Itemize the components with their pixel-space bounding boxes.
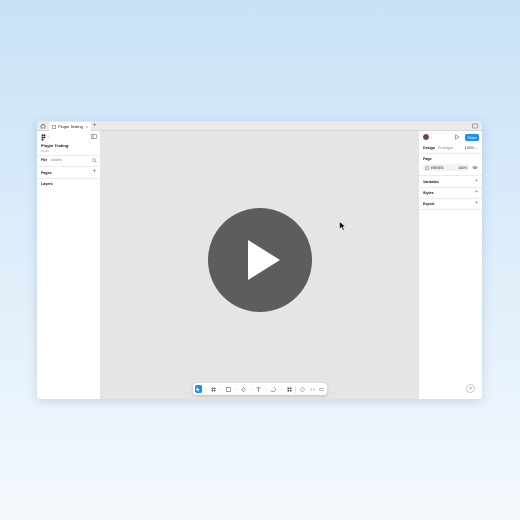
divider xyxy=(419,209,482,210)
sidebar-toggle-icon[interactable] xyxy=(91,134,97,139)
tab-plugin-testing[interactable]: Plugin Testing × xyxy=(49,122,91,131)
present-play-icon[interactable] xyxy=(454,134,460,140)
layers-heading: Layers xyxy=(41,182,53,186)
tab-assets[interactable]: Assets xyxy=(51,158,62,162)
frame-icon xyxy=(210,386,216,392)
background-color-field[interactable]: E5E5E5 100% xyxy=(423,164,469,171)
export-add-button[interactable]: + xyxy=(475,201,478,206)
tab-close-icon[interactable]: × xyxy=(86,124,88,129)
divider xyxy=(419,175,482,176)
text-tool-button[interactable] xyxy=(256,385,263,393)
new-tab-button[interactable]: + xyxy=(93,122,97,130)
left-panel: ⌄ Plugin Testing ⌄ Drafts File Assets Pa… xyxy=(37,131,101,399)
move-tool-button[interactable] xyxy=(195,385,202,393)
tab-design[interactable]: Design xyxy=(423,146,435,150)
window-control-icon[interactable] xyxy=(472,123,478,129)
text-icon xyxy=(256,387,261,391)
shape-tool-button[interactable] xyxy=(225,385,232,393)
pen-tool-button[interactable] xyxy=(240,385,247,393)
play-icon xyxy=(248,240,280,280)
rectangle-icon xyxy=(226,386,231,392)
comment-tool-chevron-icon[interactable]: ⌄ xyxy=(280,387,283,391)
toolbar-divider xyxy=(295,385,297,393)
figma-logo-icon[interactable] xyxy=(41,134,46,141)
variables-heading: Variables xyxy=(423,180,439,184)
avatar[interactable] xyxy=(423,134,429,140)
search-icon[interactable] xyxy=(92,158,97,163)
tab-label: Plugin Testing xyxy=(58,124,83,129)
divider xyxy=(37,166,101,167)
eye-icon[interactable] xyxy=(472,165,478,170)
divider xyxy=(419,153,482,154)
variables-add-button[interactable]: + xyxy=(475,179,478,184)
home-icon[interactable] xyxy=(40,123,46,129)
file-menu-chevron-icon[interactable]: ⌄ xyxy=(68,143,71,147)
file-name[interactable]: Plugin Testing xyxy=(41,143,68,148)
tab-file[interactable]: File xyxy=(41,158,47,162)
divider xyxy=(419,187,482,188)
divider xyxy=(37,155,101,156)
code-icon xyxy=(309,387,315,391)
actions-button[interactable] xyxy=(286,385,293,393)
actions-grid-icon xyxy=(287,387,292,391)
left-panel-header: ⌄ xyxy=(37,131,100,141)
divider xyxy=(419,198,482,199)
move-tool-icon xyxy=(196,387,200,392)
main-menu-chevron-icon[interactable]: ⌄ xyxy=(47,134,50,138)
tab-bar: Plugin Testing × + xyxy=(37,121,482,131)
comment-tool-button[interactable] xyxy=(271,385,278,393)
dev-mode-icon xyxy=(300,386,305,392)
frame-tool-chevron-icon[interactable]: ⌄ xyxy=(220,387,223,391)
opacity-value[interactable]: 100% xyxy=(458,166,467,170)
pen-tool-chevron-icon[interactable]: ⌄ xyxy=(250,387,253,391)
hex-value[interactable]: E5E5E5 xyxy=(431,166,456,170)
bottom-toolbar: ⌄ ⌄ ⌄ ⌄ ⌄ ⌄ xyxy=(193,383,327,395)
styles-heading: Styles xyxy=(423,191,434,195)
move-tool-chevron-icon[interactable]: ⌄ xyxy=(205,387,208,391)
dev-mode-button[interactable] xyxy=(299,385,306,393)
shape-tool-chevron-icon[interactable]: ⌄ xyxy=(235,387,238,391)
file-location: Drafts xyxy=(41,149,50,153)
right-panel: ⌄ Share Design Prototype 100% ⌄ Page E5E… xyxy=(418,131,482,399)
text-tool-chevron-icon[interactable]: ⌄ xyxy=(265,387,268,391)
add-page-button[interactable]: + xyxy=(92,169,96,175)
frame-tool-button[interactable] xyxy=(210,385,217,393)
file-icon xyxy=(52,124,56,129)
zoom-dropdown[interactable]: 100% ⌄ xyxy=(465,146,478,150)
share-button[interactable]: Share xyxy=(465,134,479,141)
toggle-button[interactable] xyxy=(318,385,325,393)
mouse-cursor-icon xyxy=(339,221,347,231)
export-heading: Export xyxy=(423,202,435,206)
pages-heading: Pages xyxy=(41,171,52,175)
color-swatch[interactable] xyxy=(425,165,429,170)
tab-prototype[interactable]: Prototype xyxy=(438,146,453,150)
avatar-chevron-icon[interactable]: ⌄ xyxy=(430,135,433,139)
divider xyxy=(37,178,101,179)
page-heading: Page xyxy=(423,157,432,161)
toggle-icon xyxy=(319,387,325,391)
help-button[interactable]: ? xyxy=(466,384,475,393)
video-play-button[interactable] xyxy=(208,208,312,312)
pen-icon xyxy=(241,386,246,392)
styles-add-button[interactable]: + xyxy=(475,190,478,195)
comment-icon xyxy=(271,386,277,392)
code-button[interactable] xyxy=(309,385,316,393)
